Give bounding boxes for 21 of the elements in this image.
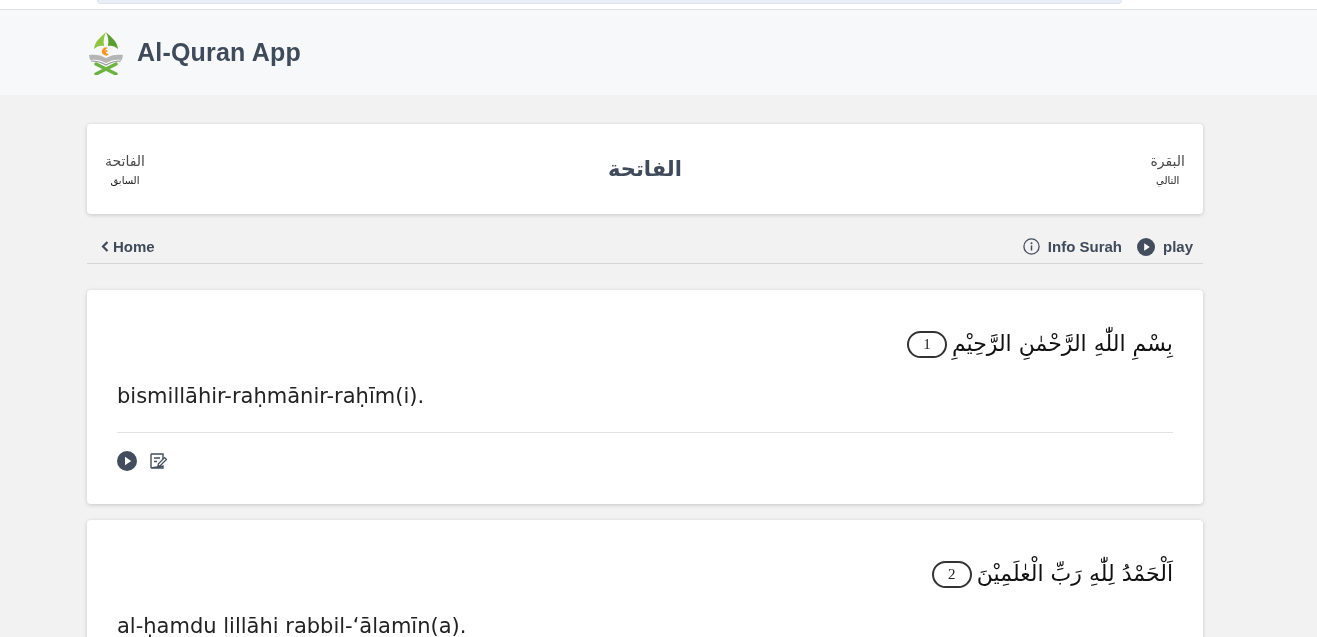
arabic-verse: بِسْمِ اللّٰهِ الرَّحْمٰنِ الرَّحِيْمِ [951,324,1173,364]
app-title: Al-Quran App [137,38,301,67]
transliteration: al-ḥamdu lillāhi rabbil-‘ālamīn(a). [117,615,467,637]
play-button[interactable]: play [1137,237,1193,256]
arabic-verse: اَلْحَمْدُ لِلّٰهِ رَبِّ الْعٰلَمِيْنَ [976,554,1173,594]
home-link[interactable]: Home [101,238,155,255]
play-verse-button[interactable] [117,451,137,471]
next-surah-link[interactable]: البقرة التالي [1150,150,1185,188]
chevron-left-icon [101,241,109,252]
previous-surah-link[interactable]: الفاتحة السابق [105,150,145,188]
play-icon [1137,237,1155,256]
transliteration: bismillāhir-raḥmānir-raḥīm(i). [117,385,425,407]
verse-number: 1 [906,330,947,358]
verse-number: 2 [931,560,972,588]
edit-icon [149,452,167,470]
play-icon [117,451,137,471]
edit-button[interactable] [149,452,167,470]
surah-title: الفاتحة [608,157,682,181]
info-surah-button[interactable]: Info Surah [1022,237,1122,256]
info-icon [1022,238,1040,255]
logo-icon [87,30,125,75]
